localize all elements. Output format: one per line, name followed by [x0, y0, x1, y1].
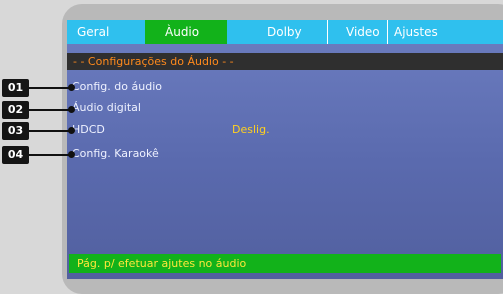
status-footer: Pág. p/ efetuar ajutes no áudio: [69, 254, 501, 273]
tab-geral[interactable]: Geral: [67, 20, 145, 44]
callout-dot-04: [68, 151, 75, 158]
tab-dolby[interactable]: Dolby: [227, 20, 327, 44]
tab-ajustes[interactable]: Ajustes: [387, 20, 503, 44]
callout-badge-03: 03: [2, 122, 29, 140]
section-header: - - Configurações do Áudio - -: [67, 53, 503, 70]
callout-badge-02: 02: [2, 101, 29, 119]
tab-bar: Geral Àudio Dolby Video Ajustes: [67, 20, 503, 44]
callout-dot-02: [68, 106, 75, 113]
menu-item-hdcd[interactable]: HDCD: [72, 123, 105, 137]
callout-badge-01: 01: [2, 79, 29, 97]
callout-leader-03: [29, 130, 72, 132]
tab-video[interactable]: Video: [327, 20, 387, 44]
osd-screen: Geral Àudio Dolby Video Ajustes - - Conf…: [67, 20, 503, 279]
callout-leader-02: [29, 109, 72, 111]
callout-dot-03: [68, 127, 75, 134]
callout-leader-04: [29, 154, 72, 156]
callout-dot-01: [68, 84, 75, 91]
menu-item-config-karaoke[interactable]: Config. Karaokê: [72, 147, 159, 161]
callout-leader-01: [29, 87, 72, 89]
callout-badge-04: 04: [2, 146, 29, 164]
tab-audio[interactable]: Àudio: [145, 20, 227, 44]
menu-item-config-audio[interactable]: Config. do áudio: [72, 80, 162, 94]
menu-item-audio-digital[interactable]: Áudio digital: [72, 101, 141, 115]
hdcd-value[interactable]: Deslig.: [232, 123, 270, 137]
